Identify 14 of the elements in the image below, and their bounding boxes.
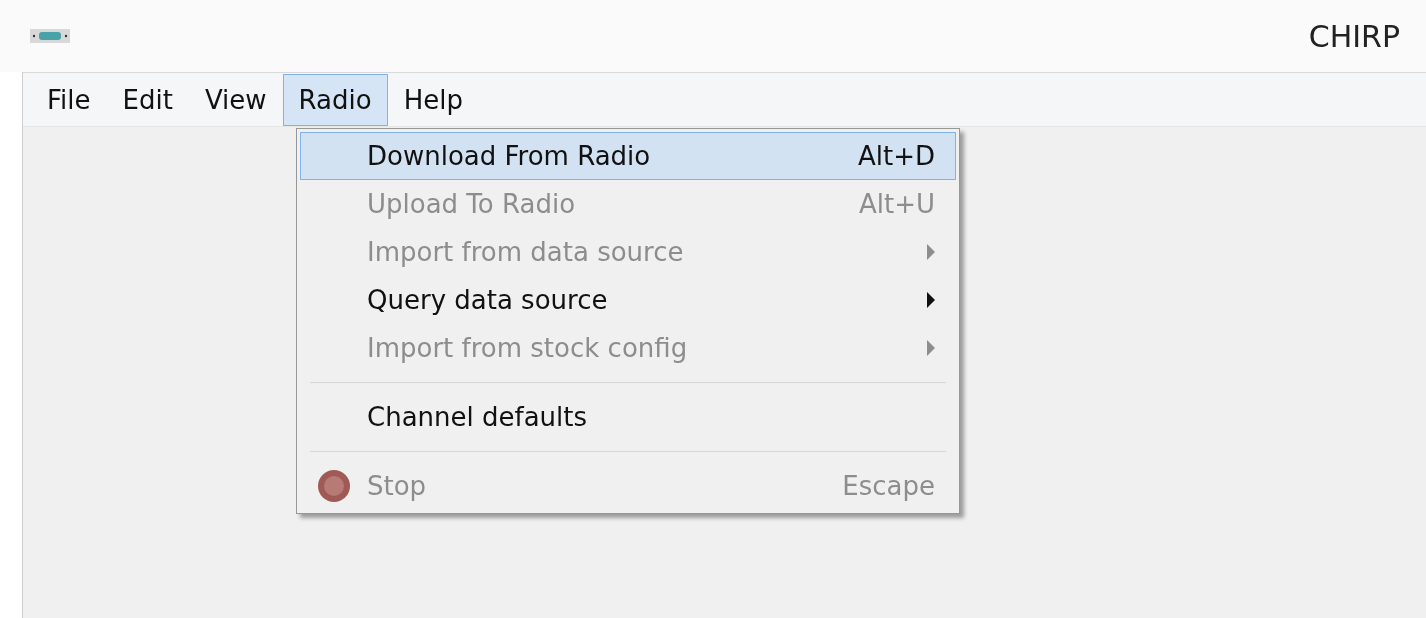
shortcut-label: Alt+D — [858, 139, 935, 173]
menu-bar-item[interactable]: File — [31, 74, 107, 126]
menu-item[interactable]: Query data source — [300, 276, 956, 324]
window-title: CHIRP — [1308, 17, 1400, 56]
menu-bar-item[interactable]: Help — [387, 74, 479, 126]
stop-icon — [317, 469, 351, 503]
menu-bar-item[interactable]: Edit — [106, 74, 189, 126]
menu-item[interactable]: Channel defaults — [300, 393, 956, 441]
serial-port-icon — [30, 29, 70, 43]
menu-item[interactable]: Download From Radio Alt+D — [300, 132, 956, 180]
shortcut-label: Alt+U — [858, 187, 935, 221]
shortcut-label: Escape — [842, 469, 935, 503]
menu-bar-item[interactable]: View — [188, 74, 283, 126]
menu-bar-item[interactable]: Radio — [282, 74, 388, 126]
